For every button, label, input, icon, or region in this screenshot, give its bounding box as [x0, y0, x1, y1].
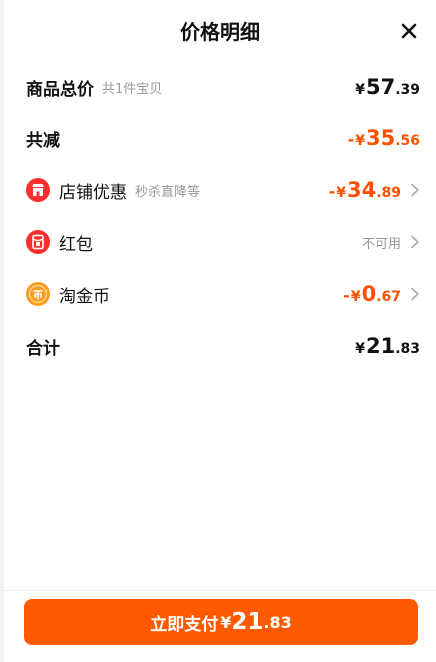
discount-price: - ¥ 35 .56 [348, 126, 420, 150]
red-packet-label: 红包 [59, 234, 93, 255]
price-integer: 21 [365, 334, 396, 358]
total-goods-price: ¥ 57 .39 [355, 75, 420, 99]
item-count: 共1件宝贝 [102, 81, 163, 97]
pay-now-button[interactable]: 立即支付 ¥ 21 .83 [24, 599, 418, 645]
sheet-title: 价格明细 [180, 20, 260, 44]
pay-now-label: 立即支付 [150, 614, 219, 635]
price-decimal: .39 [395, 82, 420, 98]
minus-sign: - [347, 130, 355, 149]
red-packet-icon [26, 230, 50, 254]
sheet-header: 价格明细 [4, 0, 436, 60]
price-decimal: .89 [376, 185, 401, 201]
chevron-right-icon [411, 287, 419, 301]
red-packet-status: 不可用 [361, 236, 401, 252]
minus-sign: - [343, 286, 350, 305]
price-decimal: .83 [395, 341, 420, 357]
currency-symbol: ¥ [220, 612, 232, 632]
chevron-right-icon [411, 183, 419, 197]
currency-symbol: ¥ [355, 341, 365, 357]
total-price: ¥ 21 .83 [355, 334, 420, 358]
currency-symbol: ¥ [336, 185, 346, 201]
price-detail-sheet: 价格明细 商品总价 共1件宝贝 ¥ 57 .39 共减 - ¥ 35 .56 店… [4, 0, 436, 662]
close-icon[interactable] [400, 22, 418, 40]
price-integer: 0 [361, 282, 377, 306]
shop-discount-label: 店铺优惠 [59, 182, 127, 203]
total-row: 合计 ¥ 21 .83 [26, 331, 420, 361]
chevron-right-icon [411, 235, 419, 249]
discount-row: 共减 - ¥ 35 .56 [26, 123, 420, 153]
shop-icon [26, 178, 50, 202]
shop-discount-row[interactable]: 店铺优惠 秒杀直降等 - ¥ 34 .89 [26, 175, 420, 205]
total-label: 合计 [26, 338, 60, 359]
pay-bar: 立即支付 ¥ 21 .83 [4, 590, 436, 662]
coins-label: 淘金币 [59, 286, 110, 307]
price-integer: 35 [365, 126, 396, 150]
price-integer: 34 [346, 178, 377, 202]
pay-amount-decimal: .83 [263, 612, 292, 632]
coins-price: - ¥ 0 .67 [343, 282, 420, 306]
minus-sign: - [328, 182, 336, 201]
coin-icon [26, 282, 50, 306]
currency-symbol: ¥ [350, 289, 361, 305]
shop-discount-price: - ¥ 34 .89 [329, 178, 420, 202]
red-packet-status-wrap: 不可用 [362, 233, 420, 252]
total-goods-row: 商品总价 共1件宝贝 ¥ 57 .39 [26, 72, 420, 102]
total-goods-label: 商品总价 [26, 79, 94, 100]
price-integer: 57 [365, 75, 396, 99]
pay-amount-integer: 21 [231, 609, 264, 635]
price-decimal: .56 [395, 133, 420, 149]
coins-row[interactable]: 淘金币 - ¥ 0 .67 [26, 279, 420, 309]
shop-discount-desc: 秒杀直降等 [135, 184, 201, 200]
red-packet-row[interactable]: 红包 不可用 [26, 227, 420, 257]
currency-symbol: ¥ [355, 133, 365, 149]
discount-label: 共减 [26, 130, 60, 151]
currency-symbol: ¥ [355, 82, 365, 98]
price-decimal: .67 [376, 289, 401, 305]
